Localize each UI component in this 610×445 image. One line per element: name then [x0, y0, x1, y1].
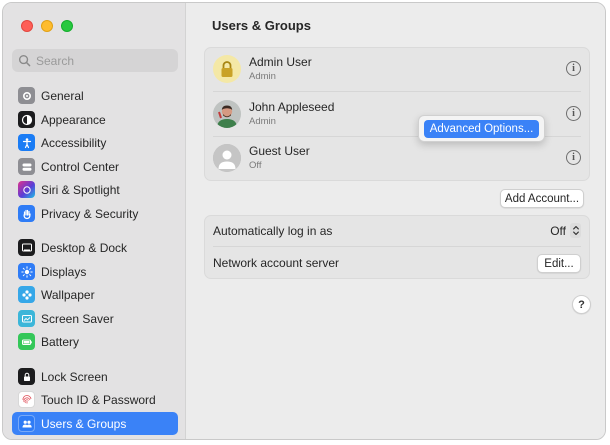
info-icon[interactable]: i [566, 150, 581, 165]
sidebar-item-desktop-dock[interactable]: Desktop & Dock [12, 236, 178, 259]
person-photo-avatar [213, 100, 241, 128]
search-input[interactable] [36, 53, 166, 68]
fingerprint-icon [18, 391, 35, 408]
chevron-up-down-icon [570, 223, 581, 238]
sidebar-item-label: Users & Groups [41, 416, 127, 431]
users-icon [18, 415, 35, 432]
hand-icon [18, 205, 35, 222]
lock-avatar-icon [213, 55, 241, 83]
sidebar-item-screen-saver[interactable]: Screen Saver [12, 307, 178, 330]
sidebar-item-siri-spotlight[interactable]: Siri & Spotlight [12, 178, 178, 201]
sidebar-item-label: Screen Saver [41, 311, 114, 326]
network-server-row: Network account server Edit... [205, 248, 589, 279]
main-content: Users & Groups Admin User Admin i John A… [187, 3, 605, 439]
user-role: Admin [249, 71, 276, 82]
siri-icon [18, 181, 35, 198]
sidebar: General Appearance Accessibility Control… [3, 3, 186, 439]
sidebar-item-label: General [41, 88, 84, 103]
sidebar-item-general[interactable]: General [12, 84, 178, 107]
auto-login-row: Automatically log in as Off [205, 216, 589, 247]
divider [213, 91, 581, 92]
sidebar-item-label: Wallpaper [41, 287, 95, 302]
window-controls [21, 20, 73, 32]
sidebar-item-label: Lock Screen [41, 369, 108, 384]
dock-icon [18, 239, 35, 256]
sidebar-item-wallpaper[interactable]: Wallpaper [12, 283, 178, 306]
sidebar-item-label: Touch ID & Password [41, 392, 156, 407]
sidebar-item-label: Siri & Spotlight [41, 182, 120, 197]
lock-icon [18, 368, 35, 385]
user-role: Off [249, 160, 262, 171]
sidebar-item-accessibility[interactable]: Accessibility [12, 131, 178, 154]
network-server-label: Network account server [213, 256, 340, 270]
search-field[interactable] [12, 49, 178, 72]
info-icon[interactable]: i [566, 106, 581, 121]
page-title: Users & Groups [212, 18, 311, 33]
gear-icon [18, 87, 35, 104]
screen-saver-icon [18, 310, 35, 327]
sidebar-item-label: Appearance [41, 112, 106, 127]
add-account-button[interactable]: Add Account... [500, 189, 584, 208]
sidebar-item-control-center[interactable]: Control Center [12, 155, 178, 178]
help-button[interactable]: ? [572, 295, 591, 314]
battery-icon [18, 333, 35, 350]
info-icon[interactable]: i [566, 61, 581, 76]
advanced-options-menu-item[interactable]: Advanced Options... [424, 120, 539, 138]
wallpaper-icon [18, 286, 35, 303]
auto-login-label: Automatically log in as [213, 224, 333, 238]
divider [213, 246, 581, 247]
control-center-icon [18, 158, 35, 175]
auto-login-value: Off [550, 223, 566, 238]
accessibility-icon [18, 134, 35, 151]
sidebar-item-label: Displays [41, 264, 87, 279]
sidebar-item-appearance[interactable]: Appearance [12, 108, 178, 131]
auto-login-popup[interactable]: Off [550, 223, 581, 238]
sidebar-item-label: Accessibility [41, 135, 107, 150]
user-name: Guest User [249, 144, 310, 158]
sidebar-item-touch-id-password[interactable]: Touch ID & Password [12, 388, 178, 411]
close-window-button[interactable] [21, 20, 33, 32]
edit-button[interactable]: Edit... [537, 254, 581, 273]
user-name: John Appleseed [249, 100, 335, 114]
sidebar-item-lock-screen[interactable]: Lock Screen [12, 365, 178, 388]
users-list: Admin User Admin i John Appleseed Admin … [204, 47, 590, 181]
login-settings-panel: Automatically log in as Off Network acco… [204, 215, 590, 279]
zoom-window-button[interactable] [61, 20, 73, 32]
sidebar-item-label: Privacy & Security [41, 206, 139, 221]
sidebar-item-displays[interactable]: Displays [12, 260, 178, 283]
appearance-icon [18, 111, 35, 128]
user-name: Admin User [249, 55, 312, 69]
sidebar-item-battery[interactable]: Battery [12, 330, 178, 353]
sidebar-item-label: Battery [41, 334, 80, 349]
user-row-guest[interactable]: Guest User Off i [205, 137, 589, 181]
search-icon [18, 54, 31, 67]
system-settings-window: General Appearance Accessibility Control… [2, 2, 606, 440]
user-role: Admin [249, 116, 276, 127]
sun-icon [18, 263, 35, 280]
sidebar-item-privacy-security[interactable]: Privacy & Security [12, 202, 178, 225]
sidebar-item-label: Control Center [41, 159, 120, 174]
sidebar-item-label: Desktop & Dock [41, 240, 128, 255]
minimize-window-button[interactable] [41, 20, 53, 32]
context-menu: Advanced Options... [418, 115, 545, 142]
user-row-admin[interactable]: Admin User Admin i [205, 48, 589, 92]
generic-person-icon [213, 144, 241, 172]
sidebar-item-users-groups[interactable]: Users & Groups [12, 412, 178, 435]
